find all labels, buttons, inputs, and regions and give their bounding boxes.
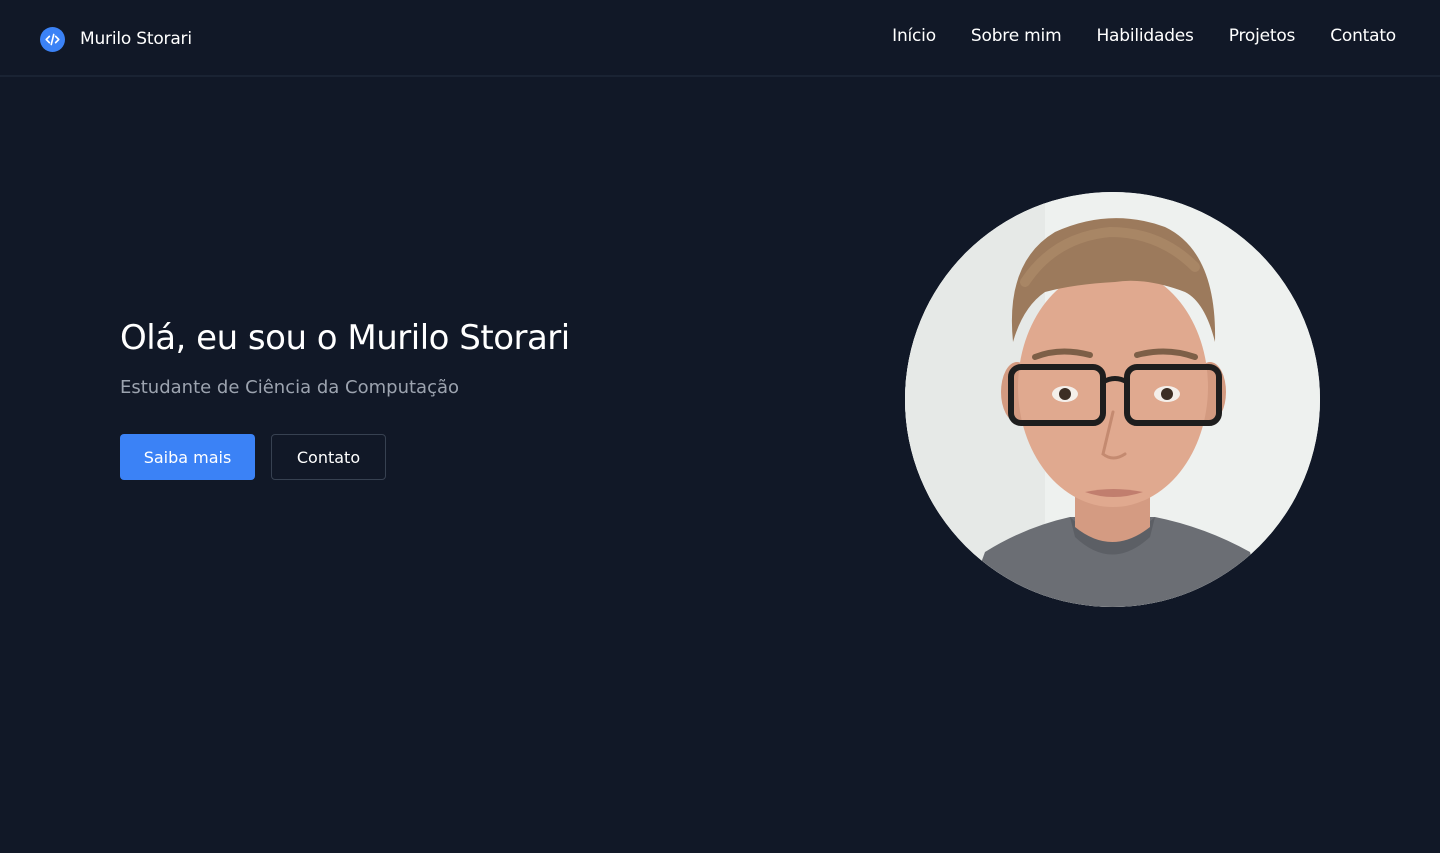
brand-name: Murilo Storari xyxy=(80,29,192,49)
nav-item-projetos[interactable]: Projetos xyxy=(1229,26,1296,46)
nav-item-inicio[interactable]: Início xyxy=(892,26,936,46)
code-icon xyxy=(40,26,65,52)
hero-section: Olá, eu sou o Murilo Storari Estudante d… xyxy=(120,316,570,480)
hero-buttons: Saiba mais Contato xyxy=(120,434,570,480)
nav-links: Início Sobre mim Habilidades Projetos Co… xyxy=(892,26,1396,46)
nav-item-contato[interactable]: Contato xyxy=(1330,26,1396,46)
saiba-mais-button[interactable]: Saiba mais xyxy=(120,434,255,480)
hero-title: Olá, eu sou o Murilo Storari xyxy=(120,318,570,358)
brand[interactable]: Murilo Storari xyxy=(40,26,192,52)
hero-subtitle: Estudante de Ciência da Computação xyxy=(120,377,460,398)
nav-item-sobre-mim[interactable]: Sobre mim xyxy=(971,26,1062,46)
contato-button[interactable]: Contato xyxy=(271,434,386,480)
navbar: Murilo Storari Início Sobre mim Habilida… xyxy=(0,0,1440,77)
nav-item-habilidades[interactable]: Habilidades xyxy=(1096,26,1193,46)
profile-photo xyxy=(905,192,1320,607)
